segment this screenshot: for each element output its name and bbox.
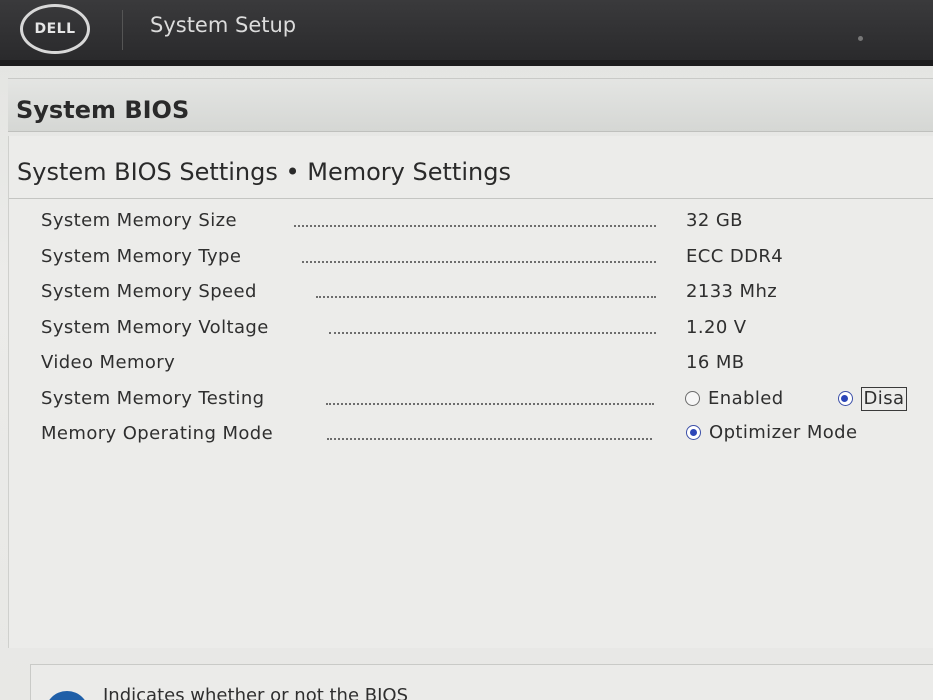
setting-label: System Memory Speed — [41, 281, 257, 302]
leader-dots — [294, 225, 656, 227]
setting-row-memory-testing: System Memory Testing Enabled Disa — [9, 382, 933, 418]
dell-logo: DELL — [20, 4, 90, 54]
setting-value: 16 MB — [686, 352, 745, 373]
setting-label: System Memory Type — [41, 245, 242, 267]
setting-label: System Memory Size — [41, 210, 237, 231]
setting-value: 32 GB — [686, 210, 743, 231]
radio-option-optimizer-mode[interactable]: Optimizer Mode — [686, 422, 857, 443]
memory-testing-radio-group: Enabled Disa — [685, 386, 933, 411]
title-divider — [9, 198, 933, 199]
radio-checked-icon[interactable] — [837, 391, 853, 406]
settings-panel: System BIOS Settings • Memory Settings S… — [8, 136, 933, 648]
help-panel: Indicates whether or not the BIOS — [30, 664, 933, 700]
setting-label: Memory Operating Mode — [41, 423, 274, 444]
radio-label-focused: Disa — [860, 386, 908, 411]
settings-list: System Memory Size 32 GB System Memory T… — [9, 204, 933, 453]
leader-dots — [316, 296, 656, 298]
setting-label: Video Memory — [41, 352, 176, 373]
section-title: System BIOS — [16, 96, 190, 124]
setting-row-video-memory: Video Memory 16 MB — [9, 346, 933, 382]
setting-row-memory-speed: System Memory Speed 2133 Mhz — [9, 275, 933, 311]
setting-row-memory-type: System Memory Type ECC DDR4 — [9, 240, 933, 276]
top-bar-divider — [122, 10, 123, 50]
leader-dots — [326, 402, 654, 405]
info-icon — [45, 691, 89, 700]
setting-label: System Memory Testing — [41, 387, 265, 409]
radio-checked-icon[interactable] — [686, 425, 701, 440]
section-header: System BIOS — [8, 78, 933, 132]
radio-option-enabled[interactable]: Enabled — [685, 388, 784, 409]
radio-unchecked-icon[interactable] — [685, 391, 700, 406]
help-text: Indicates whether or not the BIOS — [103, 685, 409, 700]
setting-value: 2133 Mhz — [686, 281, 778, 302]
top-bar-dot — [858, 36, 863, 41]
radio-option-disabled[interactable]: Disa — [837, 386, 908, 411]
radio-label: Optimizer Mode — [709, 422, 858, 443]
setting-label: System Memory Voltage — [41, 316, 269, 338]
dell-logo-text: DELL — [34, 21, 76, 37]
page-title: System BIOS Settings • Memory Settings — [17, 158, 511, 186]
radio-label: Enabled — [708, 388, 784, 409]
leader-dots — [327, 438, 652, 440]
leader-dots — [302, 260, 656, 263]
setting-value: ECC DDR4 — [686, 245, 784, 267]
leader-dots — [329, 331, 656, 334]
setting-row-memory-size: System Memory Size 32 GB — [9, 204, 933, 240]
setting-row-memory-voltage: System Memory Voltage 1.20 V — [9, 311, 933, 347]
app-title: System Setup — [150, 13, 297, 37]
top-bar: DELL System Setup — [0, 0, 933, 66]
setting-row-operating-mode: Memory Operating Mode Optimizer Mode — [9, 417, 933, 453]
setting-value: 1.20 V — [686, 316, 747, 338]
operating-mode-radio-group: Optimizer Mode — [686, 422, 911, 443]
system-setup-screen: DELL System Setup System BIOS System BIO… — [0, 0, 933, 700]
